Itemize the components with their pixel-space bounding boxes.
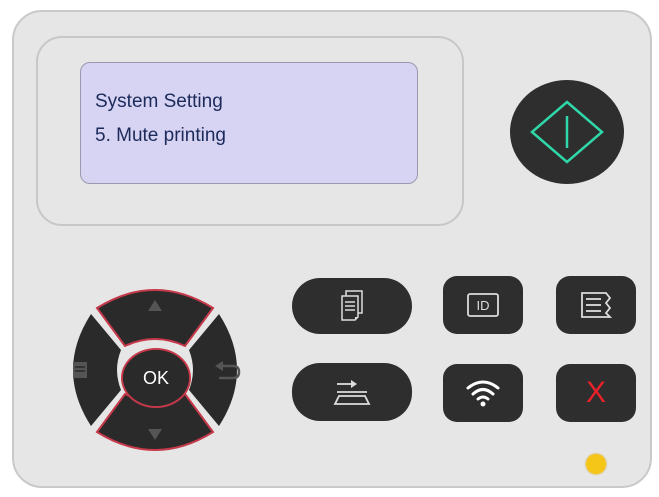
id-copy-button[interactable]: ID <box>443 276 523 334</box>
copy-button[interactable] <box>292 278 412 334</box>
id-card-icon: ID <box>467 293 499 317</box>
up-button[interactable] <box>95 289 215 348</box>
info-list-icon <box>581 292 613 318</box>
display-line-2: 5. Mute printing <box>95 125 226 146</box>
scan-button[interactable] <box>292 363 412 421</box>
ok-label: OK <box>123 350 189 406</box>
info-page-button[interactable] <box>556 276 636 334</box>
copy-icon <box>341 290 363 321</box>
ok-button[interactable]: OK <box>121 348 191 408</box>
svg-text:ID: ID <box>477 298 490 313</box>
wifi-button[interactable] <box>443 364 523 422</box>
lcd-display: System Setting 5. Mute printing <box>80 62 418 184</box>
status-led <box>586 454 606 474</box>
start-icon <box>530 100 604 164</box>
menu-icon <box>73 362 87 378</box>
wifi-icon <box>466 380 500 407</box>
start-button[interactable] <box>510 80 624 184</box>
display-line-1: System Setting <box>95 91 223 112</box>
scan-icon <box>333 380 371 405</box>
cancel-icon: X <box>585 376 606 409</box>
cancel-button[interactable]: X <box>556 364 636 422</box>
